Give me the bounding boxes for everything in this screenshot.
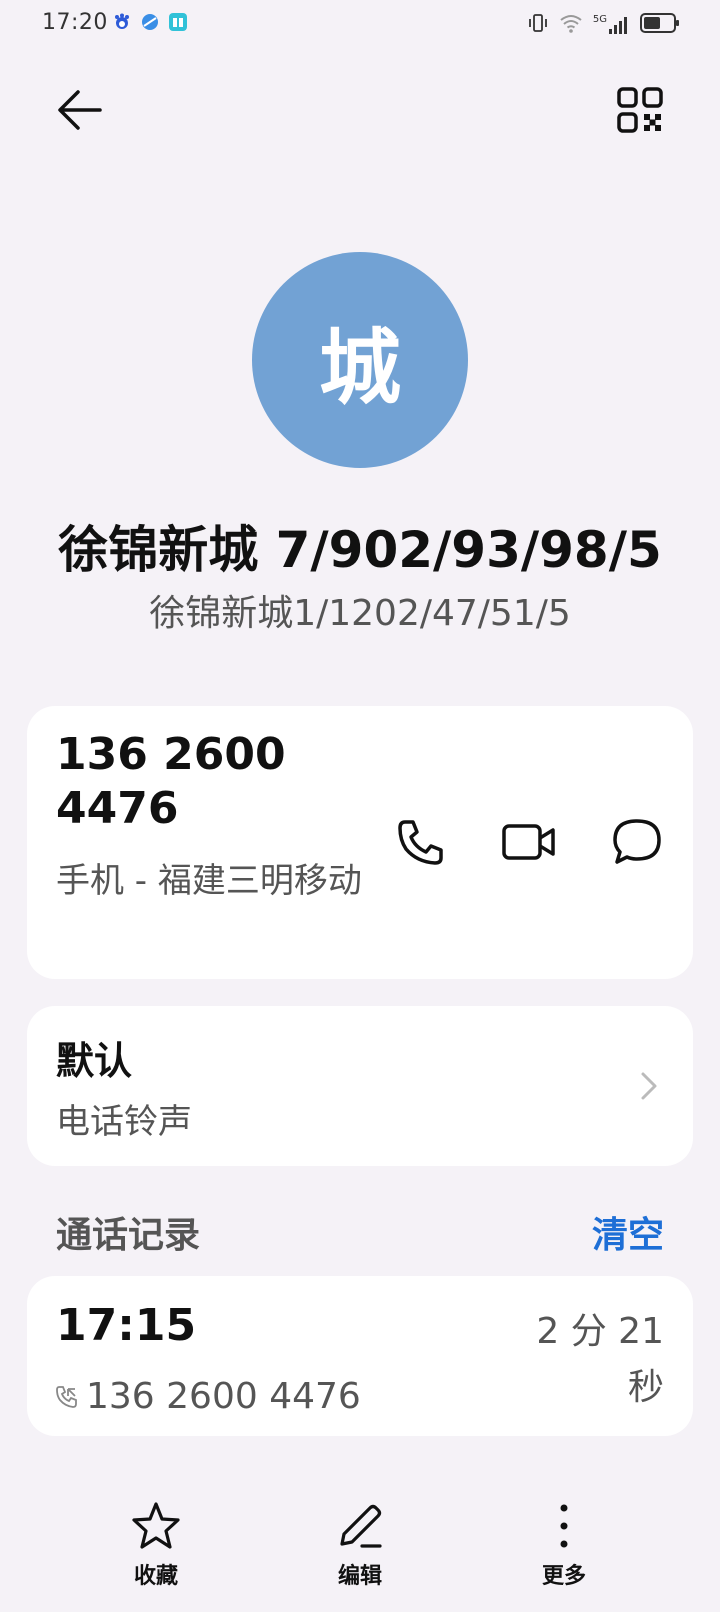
favorite-label: 收藏 (133, 1564, 178, 1589)
more-label: 更多 (541, 1564, 586, 1589)
network-type-label: 5G (592, 14, 607, 25)
signal-icon: 5G (593, 15, 630, 35)
arrow-left-icon (58, 90, 102, 130)
wifi-icon (559, 12, 583, 38)
contact-name: 徐锦新城 7/902/93/98/5 (58, 521, 662, 579)
ringtone-row[interactable]: 默认 电话铃声 (27, 1006, 693, 1166)
phone-number-card[interactable]: 136 2600 4476 手机 - 福建三明移动 (27, 706, 693, 979)
status-app-icons (112, 12, 188, 32)
message-icon (613, 819, 661, 864)
battery-icon (640, 12, 680, 38)
more-vertical-icon (560, 1504, 568, 1548)
call-history-entry[interactable]: 17:15 136 2600 4476 2 分 21 秒 (27, 1276, 693, 1436)
ringtone-value: 默认 (56, 1039, 133, 1083)
pencil-icon (340, 1504, 382, 1548)
baidu-icon (112, 12, 132, 32)
back-button[interactable] (52, 82, 108, 138)
book-app-icon (168, 12, 188, 32)
qr-code-button[interactable] (612, 82, 668, 138)
call-history-title: 通话记录 (56, 1215, 201, 1256)
contact-company: 徐锦新城1/1202/47/51/5 (149, 593, 571, 634)
contact-avatar[interactable]: 城 (252, 252, 468, 468)
edit-label: 编辑 (337, 1564, 382, 1589)
call-duration: 2 分 21 秒 (536, 1311, 664, 1408)
favorite-button[interactable]: 收藏 (91, 1500, 221, 1590)
call-number: 136 2600 4476 (86, 1376, 361, 1417)
status-time: 17:20 (42, 10, 108, 35)
message-button[interactable] (605, 810, 669, 874)
vibrate-icon (527, 12, 549, 38)
browser-icon (140, 12, 160, 32)
chevron-right-icon (629, 1066, 669, 1106)
phone-type-location: 手机 - 福建三明移动 (56, 861, 362, 901)
phone-number: 136 2600 4476 (56, 729, 286, 834)
video-call-icon (502, 824, 555, 860)
call-time: 17:15 (56, 1300, 197, 1351)
more-button[interactable]: 更多 (499, 1500, 629, 1590)
call-button[interactable] (389, 810, 453, 874)
call-number-row: 136 2600 4476 (54, 1376, 361, 1417)
clear-history-button[interactable]: 清空 (592, 1206, 664, 1258)
star-icon (132, 1502, 180, 1549)
status-system-icons: 5G (527, 12, 680, 38)
ringtone-label: 电话铃声 (56, 1102, 192, 1142)
phone-icon (398, 820, 443, 865)
incoming-call-icon (56, 1385, 77, 1408)
edit-button[interactable]: 编辑 (295, 1500, 425, 1590)
video-call-button[interactable] (497, 810, 561, 874)
qr-code-icon (617, 87, 663, 133)
